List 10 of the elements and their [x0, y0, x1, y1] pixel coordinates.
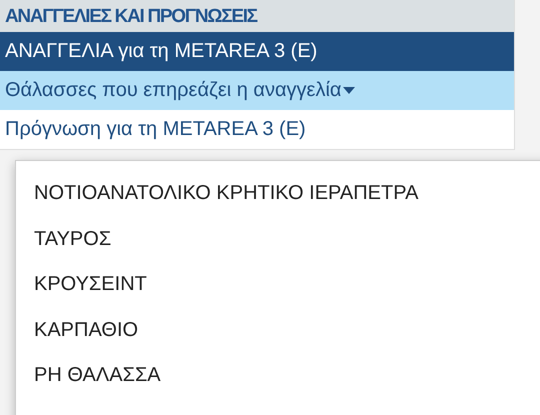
- dropdown-item[interactable]: ΚΡΟΥΣΕΙΝΤ: [16, 262, 540, 308]
- dropdown-toggle[interactable]: Θάλασσες που επηρεάζει η αναγγελία: [0, 71, 514, 110]
- menu-link[interactable]: Πρόγνωση για τη METAREA 3 (E): [0, 110, 514, 149]
- caret-icon: [343, 87, 356, 94]
- dropdown-item[interactable]: ΤΑΥΡΟΣ: [16, 216, 540, 262]
- dropdown-item[interactable]: ΝΟΤΙΟΑΝΑΤΟΛΙΚΟ ΚΡΗΤΙΚΟ ΙΕΡΑΠΕΤΡΑ: [16, 171, 540, 216]
- dropdown-item[interactable]: ΚΑΡΠΑΘΙΟ: [16, 308, 540, 353]
- panel-title: ΑΝΑΓΓΕΛΙΕΣ ΚΑΙ ΠΡΟΓΝΩΣΕΙΣ: [0, 0, 514, 32]
- menu-link[interactable]: ΑΝΑΓΓΕΛΙΑ για τη METAREA 3 (E): [0, 32, 514, 71]
- dropdown-item[interactable]: ΡΗ ΘΑΛΑΣΣΑ: [16, 353, 540, 398]
